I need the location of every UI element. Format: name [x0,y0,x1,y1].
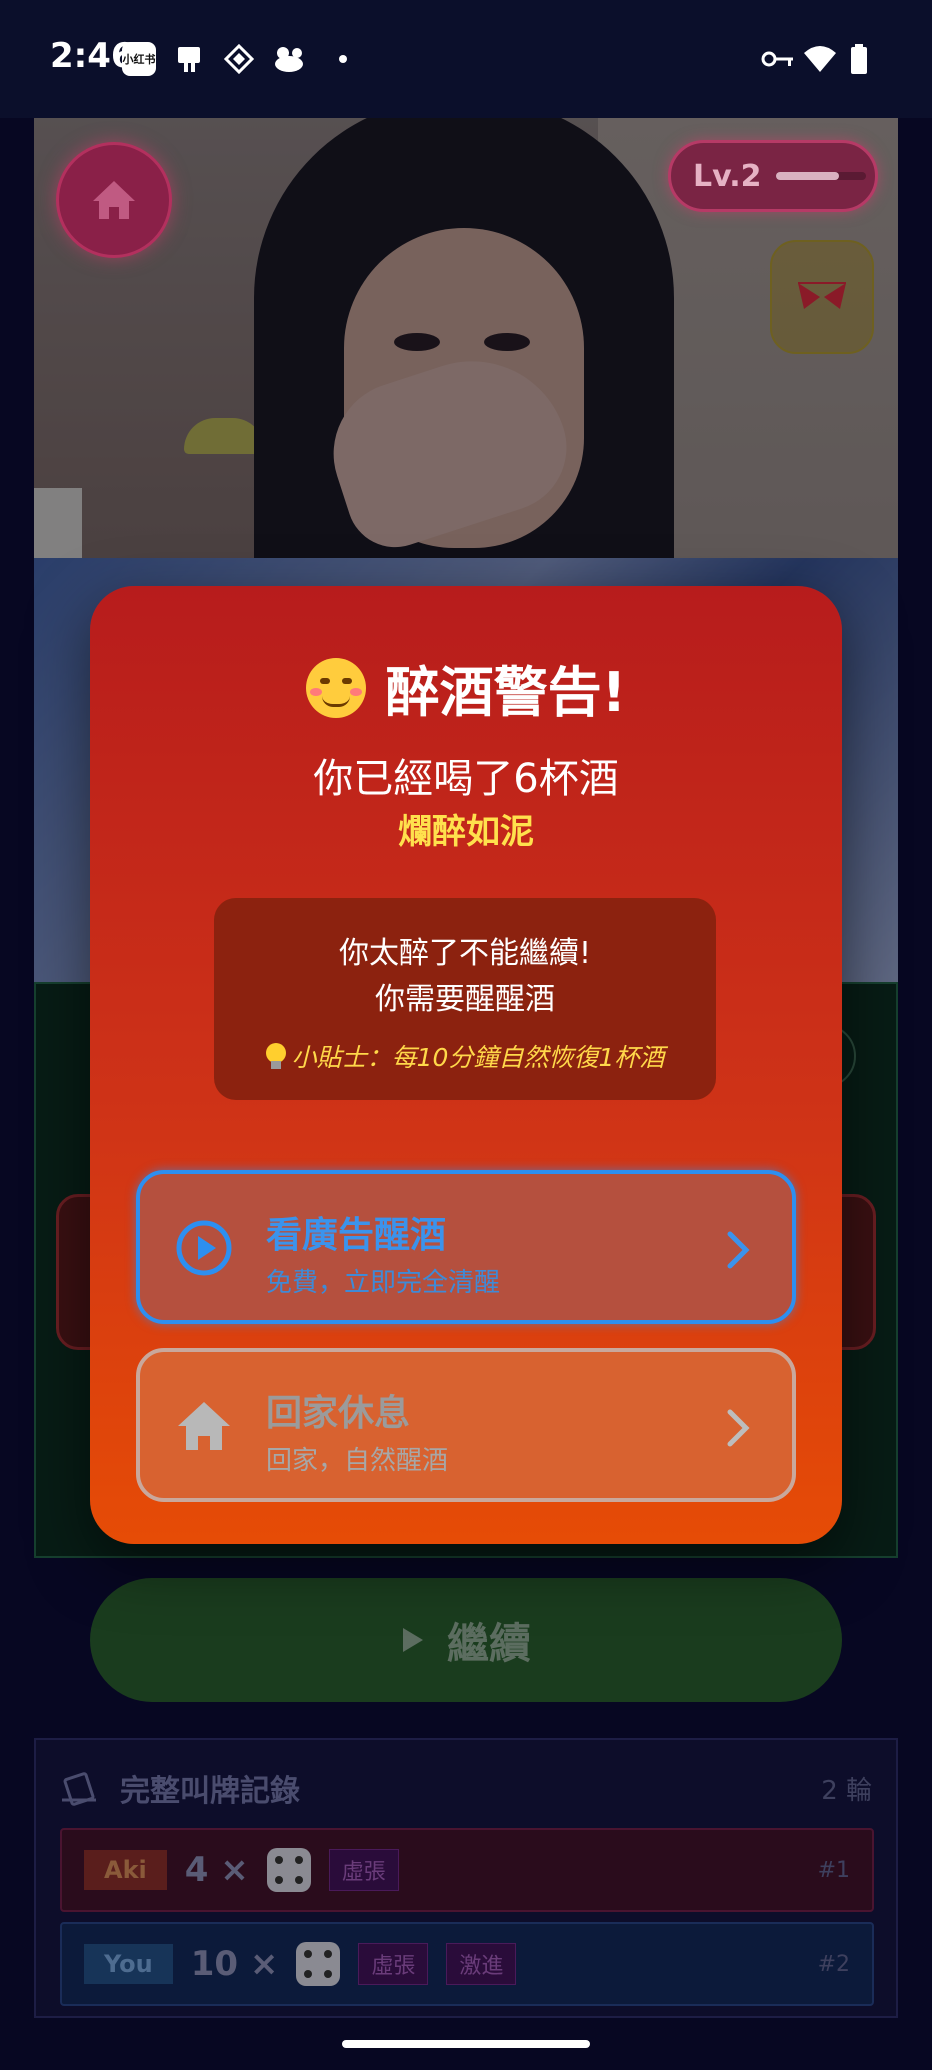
history-row: Aki 4 × 虛張 #1 [60,1828,874,1912]
bid-quantity: 4 × [184,1850,249,1890]
warning-line-1: 你太醉了不能繼續! [338,936,592,971]
battery-icon [848,42,870,76]
outfit-button[interactable] [770,240,874,354]
drunk-warning-dialog: 醉酒警告! 你已經喝了6杯酒 爛醉如泥 你太醉了不能繼續! 你需要醒醒酒 小貼士… [90,586,842,1544]
history-title: 完整叫牌記錄 [120,1774,300,1809]
warning-line-2: 你需要醒醒酒 [375,982,555,1017]
watch-ad-button[interactable]: 看廣告醒酒 免費，立即完全清醒 [136,1170,796,1324]
dot-icon [326,42,360,76]
home-button[interactable] [56,142,172,258]
drinks-count-text: 你已經喝了6杯酒 [313,756,619,802]
round-count: 2 輪 [821,1776,872,1806]
lightbulb-icon [265,1043,286,1069]
level-label: Lv.2 [693,158,762,194]
row-index: #2 [817,1951,850,1977]
level-indicator: Lv.2 [668,140,878,212]
go-home-rest-button[interactable]: 回家休息 回家，自然醒酒 [136,1348,796,1502]
dialog-title: 醉酒警告! [90,648,842,727]
drunk-status-text: 爛醉如泥 [398,812,534,852]
vpn-key-icon [760,42,796,76]
home-icon [178,1402,230,1450]
diamond-grid-icon [222,42,256,76]
bid-history-panel: 完整叫牌記錄 2 輪 Aki 4 × 虛張 #1 You 10 × 虛張 激進 … [34,1738,898,2018]
bid-quantity: 10 × [190,1944,279,1984]
wifi-icon [802,42,838,76]
dice-icon [266,1848,311,1892]
watch-ad-title: 看廣告醒酒 [266,1215,447,1256]
chevron-right-icon [727,1409,750,1447]
duck-icon [272,42,306,76]
bid-tag: 虛張 [358,1943,429,1985]
tip-label: 小貼士：每10分鐘自然恢復1杯酒 [291,1043,665,1072]
go-home-desc: 回家，自然醒酒 [266,1446,449,1476]
player-badge: You [84,1944,173,1984]
play-icon [402,1628,423,1652]
continue-label: 繼續 [446,1618,531,1668]
dialog-title-text: 醉酒警告! [385,661,627,724]
watch-ad-desc: 免費，立即完全清醒 [266,1268,501,1298]
level-progress-fill [775,172,839,180]
status-bar: 2:46 小红书 [0,0,932,118]
history-row: You 10 × 虛張 激進 #2 [60,1922,874,2006]
tablet-icon [172,42,206,76]
play-circle-icon [176,1220,232,1276]
level-progress-bar [775,172,866,180]
xiaohongshu-icon: 小红书 [122,42,156,76]
warning-box: 你太醉了不能繼續! 你需要醒醒酒 小貼士：每10分鐘自然恢復1杯酒 [214,898,716,1100]
dice-icon [296,1942,341,1986]
bikini-icon [798,282,846,309]
bid-tag: 虛張 [328,1849,399,1891]
bid-tag: 激進 [446,1943,517,1985]
player-badge: Aki [84,1850,167,1890]
continue-button[interactable]: 繼續 [90,1578,842,1702]
go-home-title: 回家休息 [266,1393,411,1434]
history-icon [62,1772,96,1806]
tip-text: 小貼士：每10分鐘自然恢復1杯酒 [214,1038,716,1074]
row-index: #1 [817,1857,850,1883]
woozy-face-icon [305,657,366,718]
chevron-right-icon [727,1231,750,1269]
home-indicator[interactable] [342,2040,590,2048]
home-icon [93,181,135,219]
